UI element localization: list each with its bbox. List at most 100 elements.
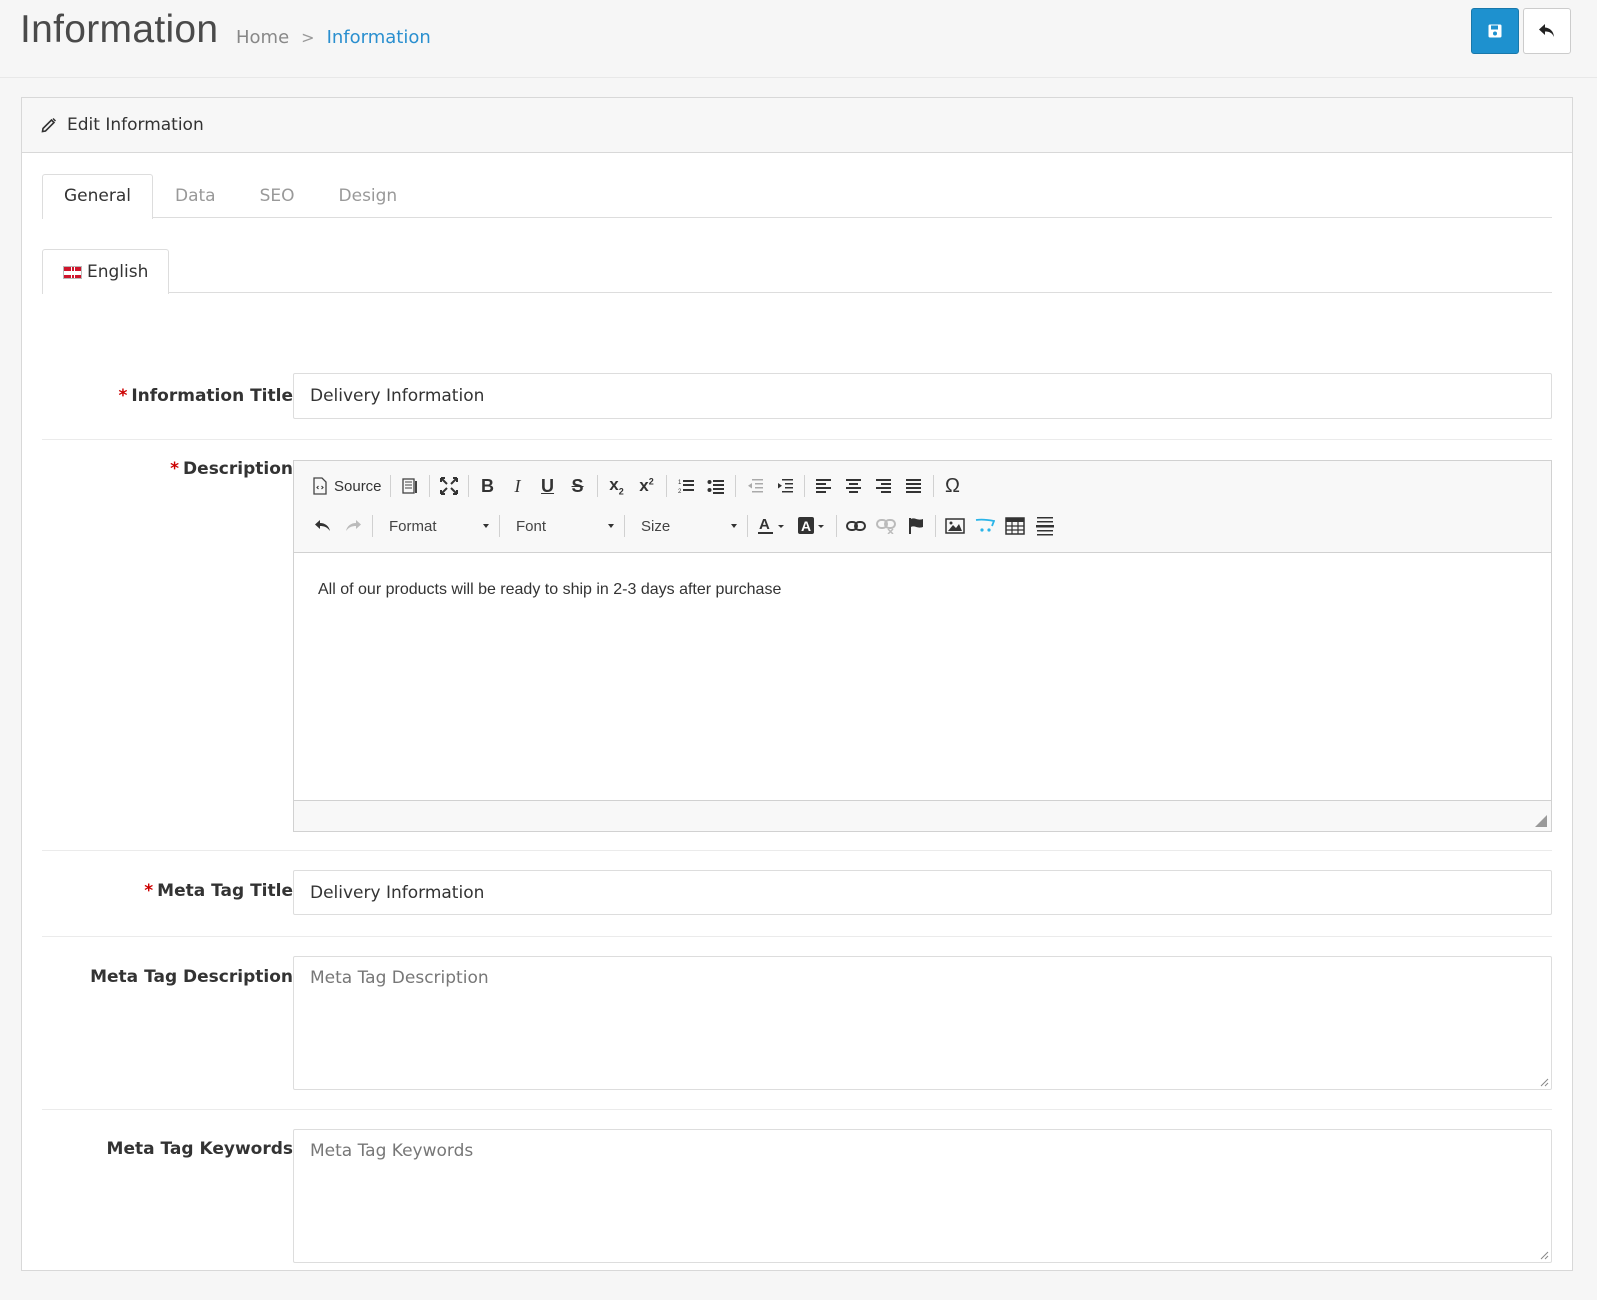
background-color-button[interactable]: A	[792, 512, 832, 540]
toolbar-separator	[499, 515, 500, 537]
link-icon	[846, 521, 866, 531]
horizontal-rule-button[interactable]	[1030, 512, 1060, 540]
underline-button[interactable]: U	[533, 472, 563, 500]
meta-title-input[interactable]: Delivery Information	[293, 870, 1552, 915]
templates-button[interactable]	[395, 472, 425, 500]
align-left-button[interactable]	[809, 472, 839, 500]
indent-button[interactable]	[770, 472, 800, 500]
toolbar-separator	[428, 475, 430, 497]
svg-text:A: A	[801, 518, 811, 534]
tab-data[interactable]: Data	[153, 174, 238, 218]
edit-information-panel: Edit Information General Data SEO Design…	[21, 97, 1573, 1271]
save-icon	[1488, 24, 1502, 38]
source-button[interactable]: Source	[308, 472, 386, 500]
unlink-button[interactable]	[871, 512, 901, 540]
back-button[interactable]	[1523, 8, 1571, 54]
tab-seo[interactable]: SEO	[238, 174, 317, 218]
svg-text:A: A	[759, 516, 770, 533]
special-character-button[interactable]: Ω	[938, 472, 968, 500]
undo-button[interactable]	[308, 512, 338, 540]
horizontal-rule-icon	[1036, 517, 1054, 536]
toolbar-separator	[935, 515, 936, 537]
numbered-list-button[interactable]: 1 2	[671, 472, 701, 500]
save-button[interactable]	[1471, 8, 1519, 54]
subscript-icon: x2	[609, 475, 624, 497]
tab-design[interactable]: Design	[317, 174, 420, 218]
editor-content-area[interactable]: All of our products will be ready to shi…	[294, 553, 1551, 800]
italic-icon: I	[514, 475, 521, 496]
tab-general[interactable]: General	[42, 174, 153, 219]
language-label: English	[87, 262, 149, 282]
font-label: Font	[516, 517, 547, 535]
align-right-button[interactable]	[869, 472, 899, 500]
resize-handle-icon[interactable]	[1535, 815, 1547, 827]
page-header: Information Home > Information	[0, 0, 1597, 78]
description-row: * Description Source B I U S x2 x2 1 2 Ω…	[42, 440, 1552, 851]
superscript-button[interactable]: x2	[632, 472, 662, 500]
superscript-icon: x2	[639, 476, 654, 495]
underline-icon: U	[541, 475, 555, 496]
required-marker: *	[170, 459, 180, 479]
opencart-image-button[interactable]	[970, 512, 1000, 540]
strikethrough-button[interactable]: S	[563, 472, 593, 500]
maximize-button[interactable]	[434, 472, 464, 500]
table-button[interactable]	[1000, 512, 1030, 540]
source-icon	[313, 477, 327, 495]
undo-icon	[315, 520, 330, 531]
unlink-icon	[876, 519, 896, 534]
bold-button[interactable]: B	[473, 472, 503, 500]
size-dropdown[interactable]: Size	[629, 512, 743, 540]
meta-description-textarea[interactable]: Meta Tag Description	[293, 956, 1552, 1090]
information-title-input[interactable]: Delivery Information	[293, 373, 1552, 419]
italic-button[interactable]: I	[503, 472, 533, 500]
text-color-button[interactable]: A	[752, 512, 792, 540]
toolbar-separator	[624, 515, 625, 537]
format-dropdown[interactable]: Format	[377, 512, 495, 540]
tab-language-english[interactable]: English	[42, 249, 170, 294]
source-label: Source	[334, 477, 382, 495]
breadcrumb-home-link[interactable]: Home	[236, 27, 289, 48]
meta-title-row: * Meta Tag Title Delivery Information	[42, 851, 1552, 937]
information-title-row: * Information Title Delivery Information	[42, 323, 1552, 440]
meta-keywords-row: Meta Tag Keywords Meta Tag Keywords	[42, 1110, 1552, 1270]
resize-handle-icon[interactable]	[1539, 1250, 1549, 1260]
rich-text-editor: Source B I U S x2 x2 1 2 Ω Format Font S…	[293, 460, 1552, 832]
chevron-down-icon	[731, 524, 737, 528]
required-marker: *	[144, 881, 154, 901]
outdent-icon	[747, 479, 763, 493]
panel-heading-title: Edit Information	[67, 115, 204, 135]
link-button[interactable]	[841, 512, 871, 540]
align-center-button[interactable]	[839, 472, 869, 500]
svg-text:2: 2	[678, 489, 682, 495]
maximize-icon	[439, 477, 458, 495]
justify-button[interactable]	[899, 472, 929, 500]
anchor-button[interactable]	[901, 512, 931, 540]
language-tabs: English	[42, 249, 1552, 294]
image-button[interactable]	[940, 512, 970, 540]
toolbar-separator	[372, 515, 373, 537]
bulleted-list-button[interactable]	[701, 472, 731, 500]
align-right-icon	[875, 479, 891, 493]
reply-icon	[1539, 24, 1554, 37]
breadcrumb-separator: >	[301, 28, 315, 47]
outdent-button[interactable]	[740, 472, 770, 500]
information-title-label-text: Information Title	[131, 386, 293, 406]
cart-icon	[975, 518, 995, 532]
description-label: * Description	[170, 459, 293, 479]
toolbar-separator	[389, 475, 391, 497]
image-icon	[945, 518, 965, 534]
meta-description-label: Meta Tag Description	[90, 967, 293, 987]
toolbar-separator	[734, 475, 736, 497]
meta-keywords-textarea[interactable]: Meta Tag Keywords	[293, 1129, 1552, 1263]
breadcrumb-information-link[interactable]: Information	[327, 27, 431, 48]
templates-icon	[401, 478, 417, 494]
panel-heading: Edit Information	[22, 98, 1572, 153]
redo-button[interactable]	[338, 512, 368, 540]
subscript-button[interactable]: x2	[602, 472, 632, 500]
text-color-icon: A	[758, 516, 784, 534]
resize-handle-icon[interactable]	[1539, 1077, 1549, 1087]
meta-title-label-text: Meta Tag Title	[157, 881, 293, 901]
font-dropdown[interactable]: Font	[504, 512, 620, 540]
flag-icon	[909, 518, 923, 534]
meta-keywords-placeholder: Meta Tag Keywords	[310, 1141, 474, 1161]
